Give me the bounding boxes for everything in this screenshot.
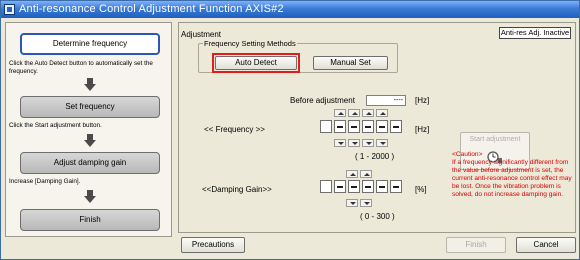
- frequency-label: << Frequency >>: [204, 125, 265, 134]
- damping-digit-up-button[interactable]: [346, 170, 358, 178]
- frequency-digit-up-button[interactable]: [348, 109, 360, 117]
- auto-detect-highlight: [212, 53, 300, 73]
- status-badge: Anti-res Adj. Inactive: [499, 27, 571, 39]
- caution-text: If a frequency significantly different f…: [452, 159, 572, 198]
- frequency-digit-down-button[interactable]: [334, 139, 346, 147]
- step-adjust-damping-note: Increase [Damping Gain].: [9, 178, 81, 185]
- frequency-digit[interactable]: [390, 120, 402, 133]
- frequency-range-label: ( 1 - 2000 ): [355, 152, 395, 161]
- step-determine-frequency-note: Click the Auto Detect button to automati…: [9, 60, 153, 75]
- procedure-panel: Determine frequency Click the Auto Detec…: [5, 22, 172, 237]
- frequency-digit-down-button[interactable]: [348, 139, 360, 147]
- damping-digit-down-button[interactable]: [360, 199, 372, 207]
- frequency-unit-label: [Hz]: [415, 125, 430, 134]
- arrow-down-icon: [84, 134, 96, 147]
- frequency-digit[interactable]: [320, 120, 332, 133]
- damping-digit[interactable]: [334, 180, 346, 193]
- damping-digit[interactable]: [348, 180, 360, 193]
- damping-digit[interactable]: [320, 180, 332, 193]
- title-bar[interactable]: Anti-resonance Control Adjustment Functi…: [1, 1, 579, 18]
- frequency-down-spinners: [334, 139, 388, 147]
- damping-digit-down-button[interactable]: [346, 199, 358, 207]
- manual-set-button[interactable]: Manual Set: [313, 56, 388, 70]
- before-adjustment-value: ----: [366, 95, 406, 106]
- damping-up-spinners: [346, 170, 372, 178]
- arrow-down-icon: [84, 190, 96, 203]
- damping-unit-label: [%]: [415, 185, 427, 194]
- frequency-digit-up-button[interactable]: [376, 109, 388, 117]
- damping-down-spinners: [346, 199, 372, 207]
- step-adjust-damping-button[interactable]: Adjust damping gain: [20, 152, 160, 174]
- frequency-input[interactable]: [320, 120, 402, 133]
- before-adjustment-label: Before adjustment: [290, 96, 355, 105]
- frequency-up-spinners: [334, 109, 388, 117]
- before-unit-label: [Hz]: [415, 96, 430, 105]
- step-set-frequency-button[interactable]: Set frequency: [20, 96, 160, 118]
- caution-title: <Caution>: [452, 151, 483, 158]
- frequency-digit[interactable]: [362, 120, 374, 133]
- damping-digit[interactable]: [362, 180, 374, 193]
- step-finish-button[interactable]: Finish: [20, 209, 160, 231]
- window-title: Anti-resonance Control Adjustment Functi…: [19, 3, 284, 15]
- frequency-digit-up-button[interactable]: [334, 109, 346, 117]
- frequency-digit[interactable]: [376, 120, 388, 133]
- cancel-button[interactable]: Cancel: [516, 237, 576, 253]
- adjustment-window: Anti-resonance Control Adjustment Functi…: [0, 0, 580, 260]
- caution-note: <Caution> If a frequency significantly d…: [452, 151, 572, 199]
- damping-digit-up-button[interactable]: [360, 170, 372, 178]
- damping-gain-label: <<Damping Gain>>: [202, 185, 272, 194]
- precautions-button[interactable]: Precautions: [181, 237, 245, 253]
- damping-digit[interactable]: [376, 180, 388, 193]
- step-determine-frequency-button[interactable]: Determine frequency: [20, 33, 160, 55]
- start-adjustment-label: Start adjustment: [469, 136, 521, 143]
- app-icon: [4, 4, 15, 15]
- finish-button[interactable]: Finish: [446, 237, 506, 253]
- damping-range-label: ( 0 - 300 ): [360, 212, 395, 221]
- frequency-digit-down-button[interactable]: [376, 139, 388, 147]
- frequency-method-label: Frequency Setting Methods: [203, 39, 297, 48]
- frequency-digit-down-button[interactable]: [362, 139, 374, 147]
- step-set-frequency-note: Click the Start adjustment button.: [9, 122, 102, 129]
- damping-digit[interactable]: [390, 180, 402, 193]
- arrow-down-icon: [84, 78, 96, 91]
- frequency-digit[interactable]: [348, 120, 360, 133]
- frequency-digit[interactable]: [334, 120, 346, 133]
- damping-gain-input[interactable]: [320, 180, 402, 193]
- frequency-digit-up-button[interactable]: [362, 109, 374, 117]
- adjustment-title: Adjustment: [181, 30, 222, 39]
